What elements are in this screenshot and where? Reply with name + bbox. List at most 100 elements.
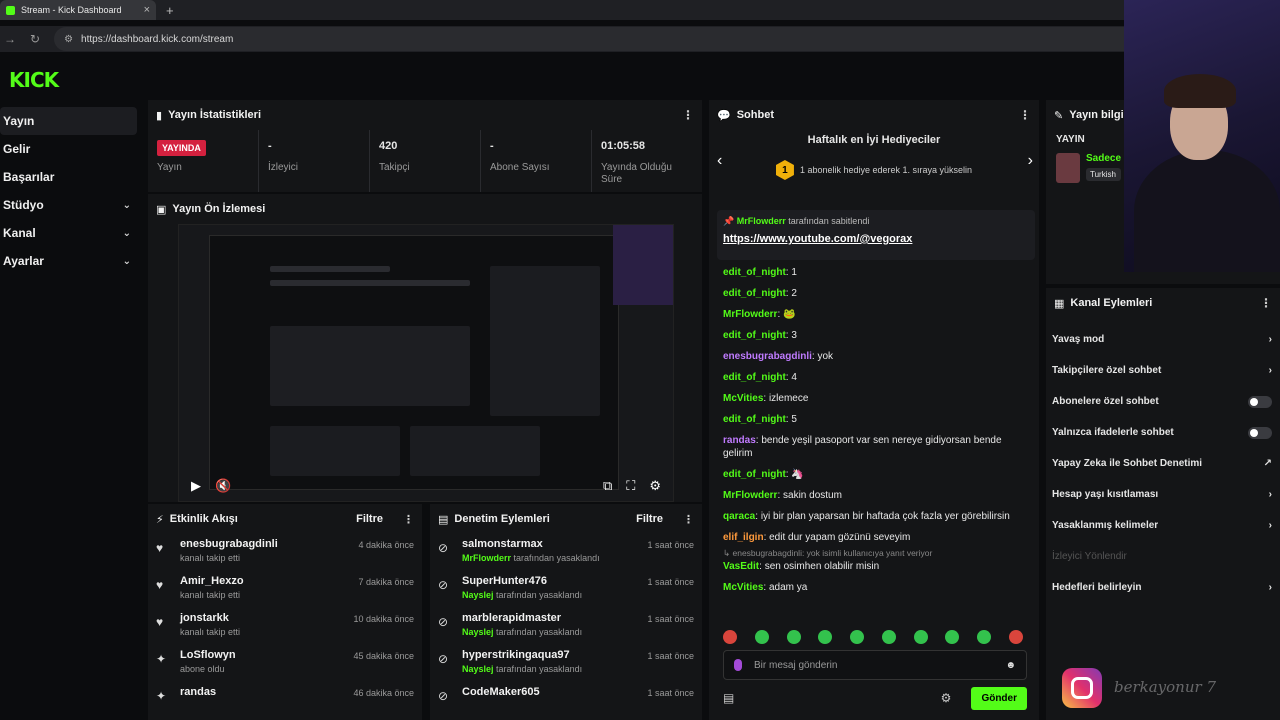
list-item: ⊘ salmonstarmax MrFlowderr tarafından yasa… — [430, 534, 702, 571]
pinned-message[interactable]: 📌 MrFlowderr tarafından sabitlendi https… — [717, 210, 1035, 260]
kick-logo[interactable]: KICK — [9, 68, 59, 92]
stat-label: Yayın — [157, 162, 182, 173]
pip-icon[interactable]: ⧉ — [603, 478, 612, 494]
bolt-icon: ⚡ — [156, 513, 164, 526]
chat-bubble-icon: 💬 — [717, 109, 731, 122]
action-account-age[interactable]: Hesap yaşı kısıtlaması › — [1046, 479, 1280, 510]
sidebar-item-kanal[interactable]: Kanal ⌄ — [0, 219, 140, 247]
chevron-right-icon[interactable]: › — [1028, 152, 1033, 170]
heart-icon: ♥ — [156, 578, 164, 592]
list-item: ⊘ CodeMaker605 1 saat önce — [430, 682, 702, 719]
stat-subscribers: - Abone Sayısı — [481, 130, 592, 192]
action-raid: İzleyici Yönlendir — [1052, 551, 1127, 562]
sidebar-item-label: Stüdyo — [3, 198, 44, 212]
reply-context: ↳ enesbugrabagdinli: yok isimli kullanıc… — [723, 548, 933, 558]
emote-icon[interactable] — [913, 630, 928, 644]
emoji-icon[interactable]: ☻ — [1005, 660, 1016, 671]
more-options-icon[interactable]: ⋮ — [682, 108, 694, 122]
list-item: ♥ Amir_Hexzo kanalı takip etti 7 dakika önc… — [148, 571, 422, 608]
emote-icon[interactable] — [1008, 630, 1023, 644]
rank-badge: 1 — [775, 160, 794, 180]
action-slow-mode[interactable]: Yavaş mod › — [1046, 324, 1280, 355]
external-link-icon: ↗ — [1263, 458, 1272, 469]
emote-icon[interactable] — [945, 630, 960, 644]
chat-input[interactable]: Bir mesaj gönderin ☻ — [723, 650, 1027, 680]
settings-icon[interactable]: ⚙ — [649, 478, 661, 494]
pinned-link[interactable]: https://www.youtube.com/@vegorax — [723, 233, 1029, 245]
gift-icon[interactable]: ▤ — [723, 691, 734, 705]
emote-icon[interactable] — [754, 630, 769, 644]
chat-actions: ▤ ⚙ Gönder — [723, 686, 1027, 710]
microphone-icon[interactable] — [734, 659, 742, 671]
person-hair — [1164, 74, 1236, 108]
sidebar-item-basarilar[interactable]: Başarılar — [0, 163, 140, 191]
person-torso — [1134, 150, 1280, 272]
dashboard: KICK Yayın Gelir Başarılar Stüdyo ⌄ Kanal… — [0, 52, 1280, 720]
toggle-switch[interactable] — [1248, 426, 1272, 439]
sidebar-item-gelir[interactable]: Gelir — [0, 135, 140, 163]
play-icon[interactable]: ▶ — [191, 478, 201, 494]
filter-button[interactable]: Filtre — [356, 513, 383, 525]
chat-message: VasEdit: sen osimhen olabilir misin — [723, 561, 880, 572]
emote-icon[interactable] — [977, 630, 992, 644]
mute-icon[interactable]: 🔇 — [215, 478, 231, 494]
emote-icon[interactable] — [723, 630, 737, 644]
panel-header: ▦ Kanal Eylemleri ⋮ — [1046, 288, 1280, 318]
emote-icon[interactable] — [850, 630, 865, 644]
more-options-icon[interactable]: ⋮ — [1260, 296, 1272, 310]
emote-icon[interactable] — [818, 630, 833, 644]
reload-icon[interactable]: ↻ — [30, 32, 40, 46]
sidebar: Yayın Gelir Başarılar Stüdyo ⌄ Kanal ⌄ Aya… — [0, 107, 140, 275]
sidebar-item-studyo[interactable]: Stüdyo ⌄ — [0, 191, 140, 219]
ban-icon: ⊘ — [438, 578, 449, 592]
action-subscribers-only: Abonelere özel sohbet — [1046, 386, 1280, 417]
stat-value: 01:05:58 — [601, 140, 646, 152]
chat-message: enesbugrabagdinli: yok — [723, 351, 834, 362]
browser-tab[interactable]: Stream - Kick Dashboard × — [0, 0, 156, 20]
chevron-down-icon: ⌄ — [122, 227, 131, 239]
chevron-right-icon: › — [1268, 365, 1272, 376]
chat-message: MrFlowderr: 🐸 — [723, 309, 796, 320]
sidebar-item-ayarlar[interactable]: Ayarlar ⌄ — [0, 247, 140, 275]
chevron-right-icon: › — [1268, 520, 1272, 531]
chevron-left-icon[interactable]: ‹ — [717, 152, 722, 170]
sidebar-item-label: Ayarlar — [3, 254, 44, 268]
ban-icon: ⊘ — [438, 541, 449, 555]
pin-icon: 📌 — [723, 216, 735, 226]
instagram-icon — [1062, 668, 1102, 708]
sidebar-item-yayin[interactable]: Yayın — [0, 107, 137, 135]
top-gifters: ‹ Haftalık en İyi Hediyeciler 1 1 aboneli… — [709, 130, 1039, 200]
kick-favicon-icon — [6, 5, 15, 15]
action-banned-words[interactable]: Yasaklanmış kelimeler › — [1046, 510, 1280, 541]
language-tag: Turkish — [1086, 168, 1122, 181]
video-player[interactable]: ▶ 🔇 ⧉ ⛶ ⚙ — [178, 224, 674, 502]
forward-icon[interactable]: → — [4, 32, 16, 46]
more-options-icon[interactable]: ⋮ — [1019, 108, 1031, 122]
sidebar-item-label: Gelir — [3, 142, 31, 156]
site-info-icon[interactable]: ⚙ — [64, 34, 73, 45]
chat-messages: edit_of_night: 1 edit_of_night: 2 MrFlow… — [709, 260, 1039, 608]
stat-label: Takipçi — [379, 162, 410, 173]
url-text: https://dashboard.kick.com/stream — [81, 33, 234, 45]
close-tab-icon[interactable]: × — [144, 4, 150, 16]
fullscreen-icon[interactable]: ⛶ — [626, 478, 635, 494]
chat-message: qaraca: iyi bir plan yaparsan bir haftad… — [723, 511, 1010, 522]
url-field[interactable]: ⚙ https://dashboard.kick.com/stream — [54, 27, 1155, 51]
list-item: ♥ enesbugrabagdinli kanalı takip etti 4 dak… — [148, 534, 422, 571]
stat-label: Yayında Olduğu Süre — [601, 162, 672, 185]
chart-icon: ▮ — [156, 109, 163, 122]
filter-button[interactable]: Filtre — [636, 513, 663, 525]
more-options-icon[interactable]: ⋮ — [683, 513, 694, 526]
action-followers-only[interactable]: Takipçilere özel sohbet › — [1046, 355, 1280, 386]
chat-message: edit_of_night: 1 — [723, 267, 797, 278]
emote-icon[interactable] — [881, 630, 896, 644]
action-set-goals[interactable]: Hedefleri belirleyin › — [1046, 572, 1280, 603]
settings-icon[interactable]: ⚙ — [941, 691, 952, 705]
emote-icon[interactable] — [786, 630, 801, 644]
more-options-icon[interactable]: ⋮ — [403, 513, 414, 526]
send-button[interactable]: Gönder — [971, 686, 1027, 710]
toggle-switch[interactable] — [1248, 395, 1272, 408]
action-ai-moderation[interactable]: Yapay Zeka ile Sohbet Denetimi ↗ — [1046, 448, 1280, 479]
star-icon: ✦ — [156, 689, 167, 703]
new-tab-icon[interactable]: + — [166, 3, 174, 18]
